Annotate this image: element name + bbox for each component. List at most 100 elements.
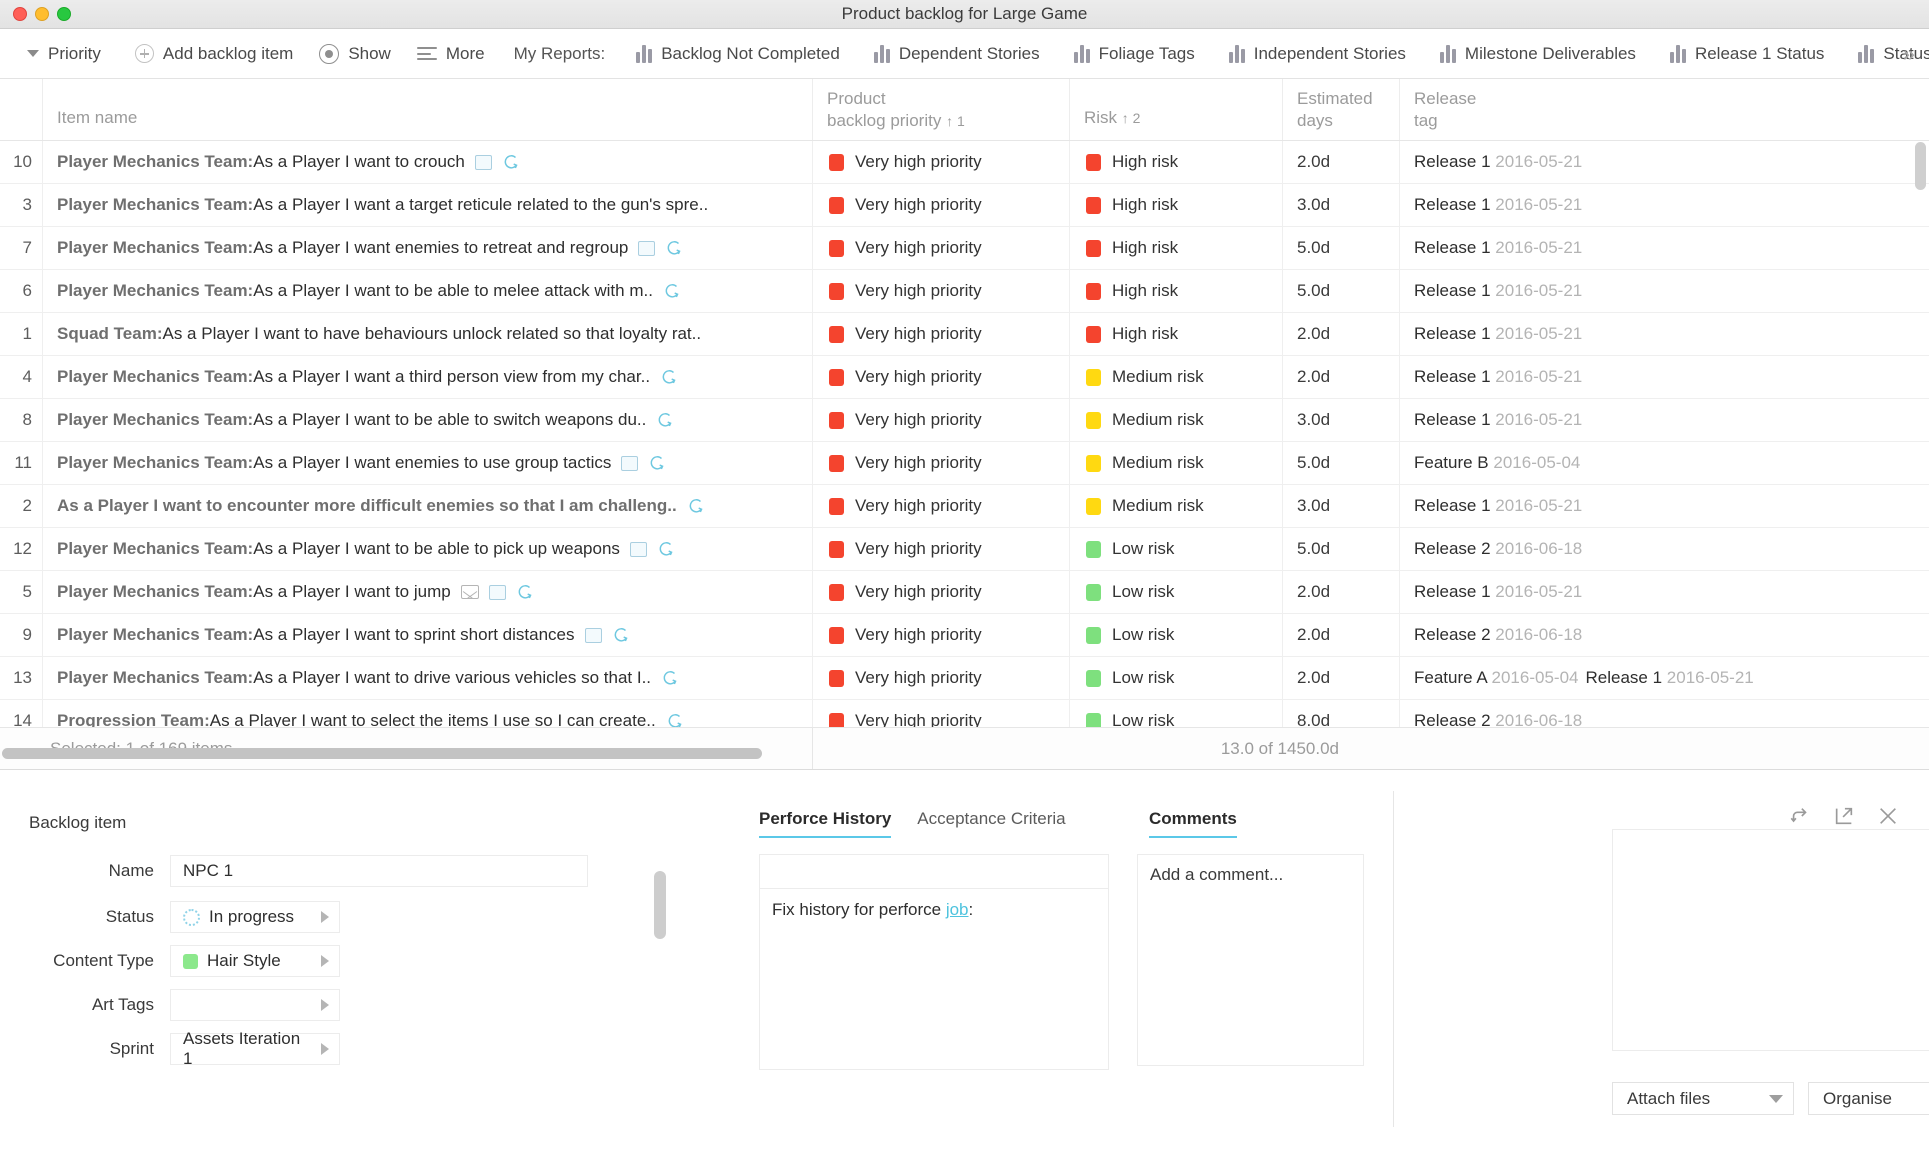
horizontal-scroll-thumb[interactable] <box>2 748 762 759</box>
row-item-name[interactable]: Player Mechanics Team: As a Player I wan… <box>42 269 812 313</box>
vertical-scroll-thumb[interactable] <box>1915 142 1926 190</box>
table-row[interactable]: 7 Player Mechanics Team: As a Player I wa… <box>0 226 1929 270</box>
note-icon[interactable] <box>474 154 492 170</box>
row-item-name[interactable]: Player Mechanics Team: As a Player I wan… <box>42 656 812 700</box>
row-item-name[interactable]: Player Mechanics Team: As a Player I wan… <box>42 570 812 614</box>
refresh-icon[interactable] <box>657 540 675 558</box>
row-estimated-days[interactable]: 2.0d <box>1282 570 1399 614</box>
table-row[interactable]: 12 Player Mechanics Team: As a Player I w… <box>0 527 1929 571</box>
report-milestone-deliverables[interactable]: Milestone Deliverables <box>1427 37 1649 71</box>
note-icon[interactable] <box>584 627 602 643</box>
refresh-icon[interactable] <box>516 583 534 601</box>
row-item-name[interactable]: Player Mechanics Team: As a Player I wan… <box>42 183 812 227</box>
note-icon[interactable] <box>638 240 656 256</box>
row-estimated-days[interactable]: 3.0d <box>1282 484 1399 528</box>
row-risk-cell[interactable]: Low risk <box>1069 699 1282 727</box>
table-row[interactable]: 5 Player Mechanics Team: As a Player I wa… <box>0 570 1929 614</box>
refresh-icon[interactable] <box>660 368 678 386</box>
row-priority[interactable]: Very high priority <box>812 527 1069 571</box>
row-priority[interactable]: Very high priority <box>812 441 1069 485</box>
report-release-1-status[interactable]: Release 1 Status <box>1657 37 1837 71</box>
row-item-name[interactable]: Squad Team: As a Player I want to have b… <box>42 312 812 356</box>
row-priority[interactable]: Very high priority <box>812 398 1069 442</box>
row-estimated-days[interactable]: 5.0d <box>1282 441 1399 485</box>
row-risk-cell[interactable]: Medium risk <box>1069 484 1282 528</box>
column-header-estimated-days[interactable]: Estimated days <box>1282 79 1399 140</box>
row-release-tags[interactable]: Release 1 2016-05-21 <box>1399 141 1929 184</box>
row-release-tags[interactable]: Release 2 2016-06-18 <box>1399 527 1929 571</box>
row-item-name[interactable]: Player Mechanics Team: As a Player I wan… <box>42 441 812 485</box>
attachments-dropzone[interactable] <box>1612 829 1929 1051</box>
table-row[interactable]: 9 Player Mechanics Team: As a Player I wa… <box>0 613 1929 657</box>
row-estimated-days[interactable]: 2.0d <box>1282 355 1399 399</box>
priority-menu-button[interactable]: Priority <box>14 37 114 71</box>
table-row[interactable]: 11 Player Mechanics Team: As a Player I w… <box>0 441 1929 485</box>
row-release-tags[interactable]: Release 1 2016-05-21 <box>1399 355 1929 399</box>
row-release-tags[interactable]: Release 1 2016-05-21 <box>1399 570 1929 614</box>
perforce-job-link[interactable]: job <box>946 900 969 919</box>
status-select[interactable]: In progress <box>170 901 340 933</box>
table-row[interactable]: 14 Progression Team: As a Player I want t… <box>0 699 1929 727</box>
table-row[interactable]: 4 Player Mechanics Team: As a Player I wa… <box>0 355 1929 399</box>
row-risk-cell[interactable]: Low risk <box>1069 570 1282 614</box>
note-icon[interactable] <box>629 541 647 557</box>
row-priority[interactable]: Very high priority <box>812 355 1069 399</box>
detail-form-scrollbar-thumb[interactable] <box>654 871 666 939</box>
row-risk-cell[interactable]: Medium risk <box>1069 398 1282 442</box>
table-horizontal-scrollbar[interactable] <box>0 748 1929 759</box>
toolbar-overflow-button[interactable]: » <box>1897 41 1921 67</box>
row-item-name[interactable]: Player Mechanics Team: As a Player I wan… <box>42 398 812 442</box>
row-risk-cell[interactable]: High risk <box>1069 312 1282 356</box>
report-dependent-stories[interactable]: Dependent Stories <box>861 37 1053 71</box>
row-risk-cell[interactable]: Medium risk <box>1069 355 1282 399</box>
move-item-icon[interactable] <box>1789 805 1811 827</box>
row-priority[interactable]: Very high priority <box>812 141 1069 184</box>
close-icon[interactable] <box>1877 805 1899 827</box>
row-estimated-days[interactable]: 2.0d <box>1282 312 1399 356</box>
row-risk-cell[interactable]: High risk <box>1069 269 1282 313</box>
row-priority[interactable]: Very high priority <box>812 269 1069 313</box>
row-estimated-days[interactable]: 5.0d <box>1282 269 1399 313</box>
row-item-name[interactable]: Player Mechanics Team: As a Player I wan… <box>42 355 812 399</box>
row-priority[interactable]: Very high priority <box>812 570 1069 614</box>
column-header-release-tag[interactable]: Release tag <box>1399 79 1929 140</box>
row-item-name[interactable]: Player Mechanics Team: As a Player I wan… <box>42 226 812 270</box>
row-priority[interactable]: Very high priority <box>812 484 1069 528</box>
refresh-icon[interactable] <box>612 626 630 644</box>
tab-acceptance-criteria[interactable]: Acceptance Criteria <box>917 809 1065 838</box>
row-release-tags[interactable]: Release 2 2016-06-18 <box>1399 613 1929 657</box>
refresh-icon[interactable] <box>663 282 681 300</box>
row-priority[interactable]: Very high priority <box>812 183 1069 227</box>
sprint-select[interactable]: Assets Iteration 1 <box>170 1029 340 1068</box>
content-type-select[interactable]: Hair Style <box>170 945 340 977</box>
row-estimated-days[interactable]: 2.0d <box>1282 141 1399 184</box>
row-priority[interactable]: Very high priority <box>812 656 1069 700</box>
row-item-name[interactable]: Player Mechanics Team: As a Player I wan… <box>42 527 812 571</box>
refresh-icon[interactable] <box>665 239 683 257</box>
row-priority[interactable]: Very high priority <box>812 312 1069 356</box>
row-estimated-days[interactable]: 3.0d <box>1282 398 1399 442</box>
column-header-item-name[interactable]: Item name <box>42 79 812 140</box>
comment-input[interactable]: Add a comment... <box>1137 854 1364 1066</box>
tab-perforce-history[interactable]: Perforce History <box>759 809 892 838</box>
table-row[interactable]: 2 As a Player I want to encounter more di… <box>0 484 1929 528</box>
row-risk-cell[interactable]: High risk <box>1069 226 1282 270</box>
table-row[interactable]: 3 Player Mechanics Team: As a Player I wa… <box>0 183 1929 227</box>
art-tags-select[interactable] <box>170 989 340 1021</box>
row-release-tags[interactable]: Release 1 2016-05-21 <box>1399 398 1929 442</box>
add-backlog-item-button[interactable]: Add backlog item <box>122 37 306 71</box>
refresh-icon[interactable] <box>656 411 674 429</box>
note-icon[interactable] <box>488 584 506 600</box>
row-estimated-days[interactable]: 2.0d <box>1282 656 1399 700</box>
history-content-box[interactable]: Fix history for perforce job: <box>759 854 1109 1070</box>
report-independent-stories[interactable]: Independent Stories <box>1216 37 1419 71</box>
column-header-product-backlog-priority[interactable]: Product backlog priority ↑ 1 <box>812 79 1069 140</box>
row-release-tags[interactable]: Feature B 2016-05-04 <box>1399 441 1929 485</box>
row-priority[interactable]: Very high priority <box>812 699 1069 727</box>
row-estimated-days[interactable]: 5.0d <box>1282 527 1399 571</box>
row-item-name[interactable]: Player Mechanics Team: As a Player I wan… <box>42 613 812 657</box>
report-backlog-not-completed[interactable]: Backlog Not Completed <box>623 37 853 71</box>
row-estimated-days[interactable]: 2.0d <box>1282 613 1399 657</box>
refresh-icon[interactable] <box>687 497 705 515</box>
refresh-icon[interactable] <box>648 454 666 472</box>
